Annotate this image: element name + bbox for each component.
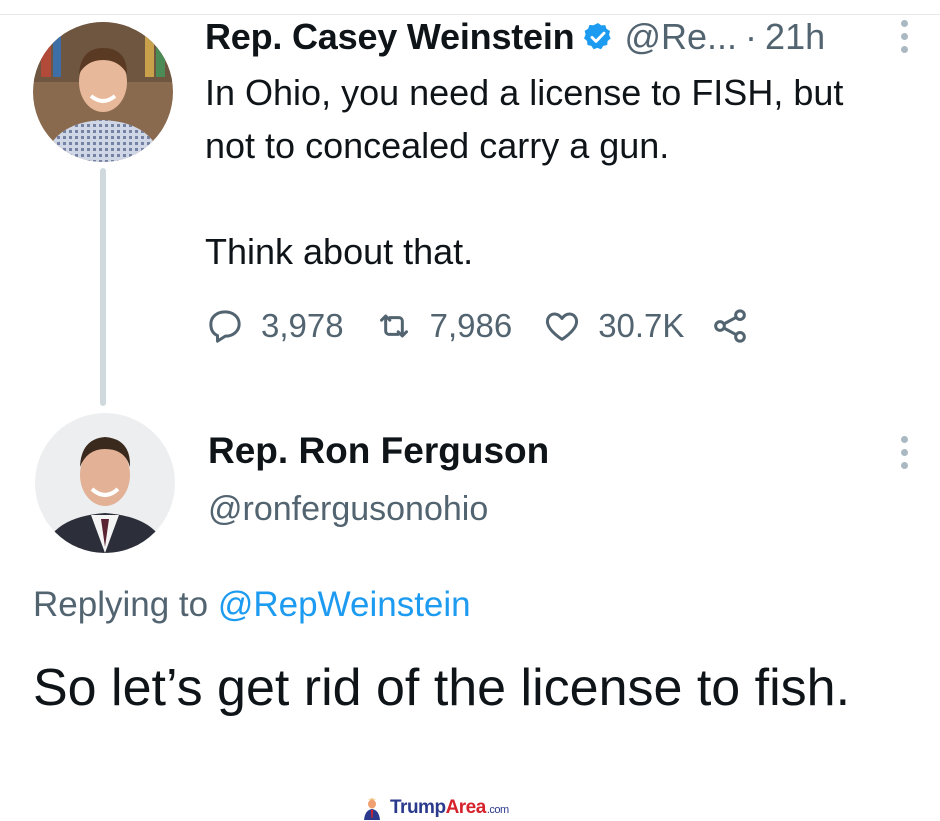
tweet1-header: Rep. Casey Weinstein @Re... · 21h [205,14,825,60]
more-options-icon[interactable] [899,436,909,469]
reply-count: 3,978 [261,307,344,344]
thread-line [100,168,106,406]
trumparea-watermark: TrumpArea.com [360,796,509,820]
replying-prefix: Replying to [33,585,209,624]
reply-button[interactable]: 3,978 [205,306,344,346]
tweet1-actions: 3,978 7,986 30.7K [205,302,750,350]
retweet-count: 7,986 [429,307,513,344]
tweet1-text: In Ohio, you need a license to FISH, but… [205,66,925,278]
tweet1-text-line: In Ohio, you need a license to FISH, but [205,72,844,113]
tweet1-author-name[interactable]: Rep. Casey Weinstein [205,16,575,58]
tweet2-handle[interactable]: @ronfergusonohio [208,490,488,529]
reply-icon [209,310,241,343]
trump-figure-icon [364,798,380,820]
verified-badge-icon [582,21,614,53]
replying-to: Replying to @RepWeinstein [33,585,471,625]
like-count: 30.7K [598,307,685,344]
tweet1-timestamp[interactable]: 21h [765,16,825,58]
retweet-icon [379,314,408,338]
replying-mention-link[interactable]: @RepWeinstein [218,585,471,624]
share-button[interactable] [710,306,750,346]
more-options-icon[interactable] [899,20,909,53]
avatar-ron-ferguson[interactable] [35,413,175,553]
tweet2-text: So let’s get rid of the license to fish. [33,659,851,717]
heart-icon [546,312,579,341]
tweet1-text-line: Think about that. [205,231,474,272]
tweet1-handle[interactable]: @Re... [624,16,737,58]
top-divider [0,0,940,15]
tweet1-text-line: not to concealed carry a gun. [205,125,670,166]
avatar-casey-weinstein[interactable] [33,22,173,162]
tweet2-author-name[interactable]: Rep. Ron Ferguson [208,430,549,472]
tweet1-separator: · [745,16,758,57]
like-button[interactable]: 30.7K [542,306,684,346]
share-icon [714,309,747,343]
retweet-button[interactable]: 7,986 [374,306,513,346]
watermark-text: TrumpArea.com [390,797,509,818]
